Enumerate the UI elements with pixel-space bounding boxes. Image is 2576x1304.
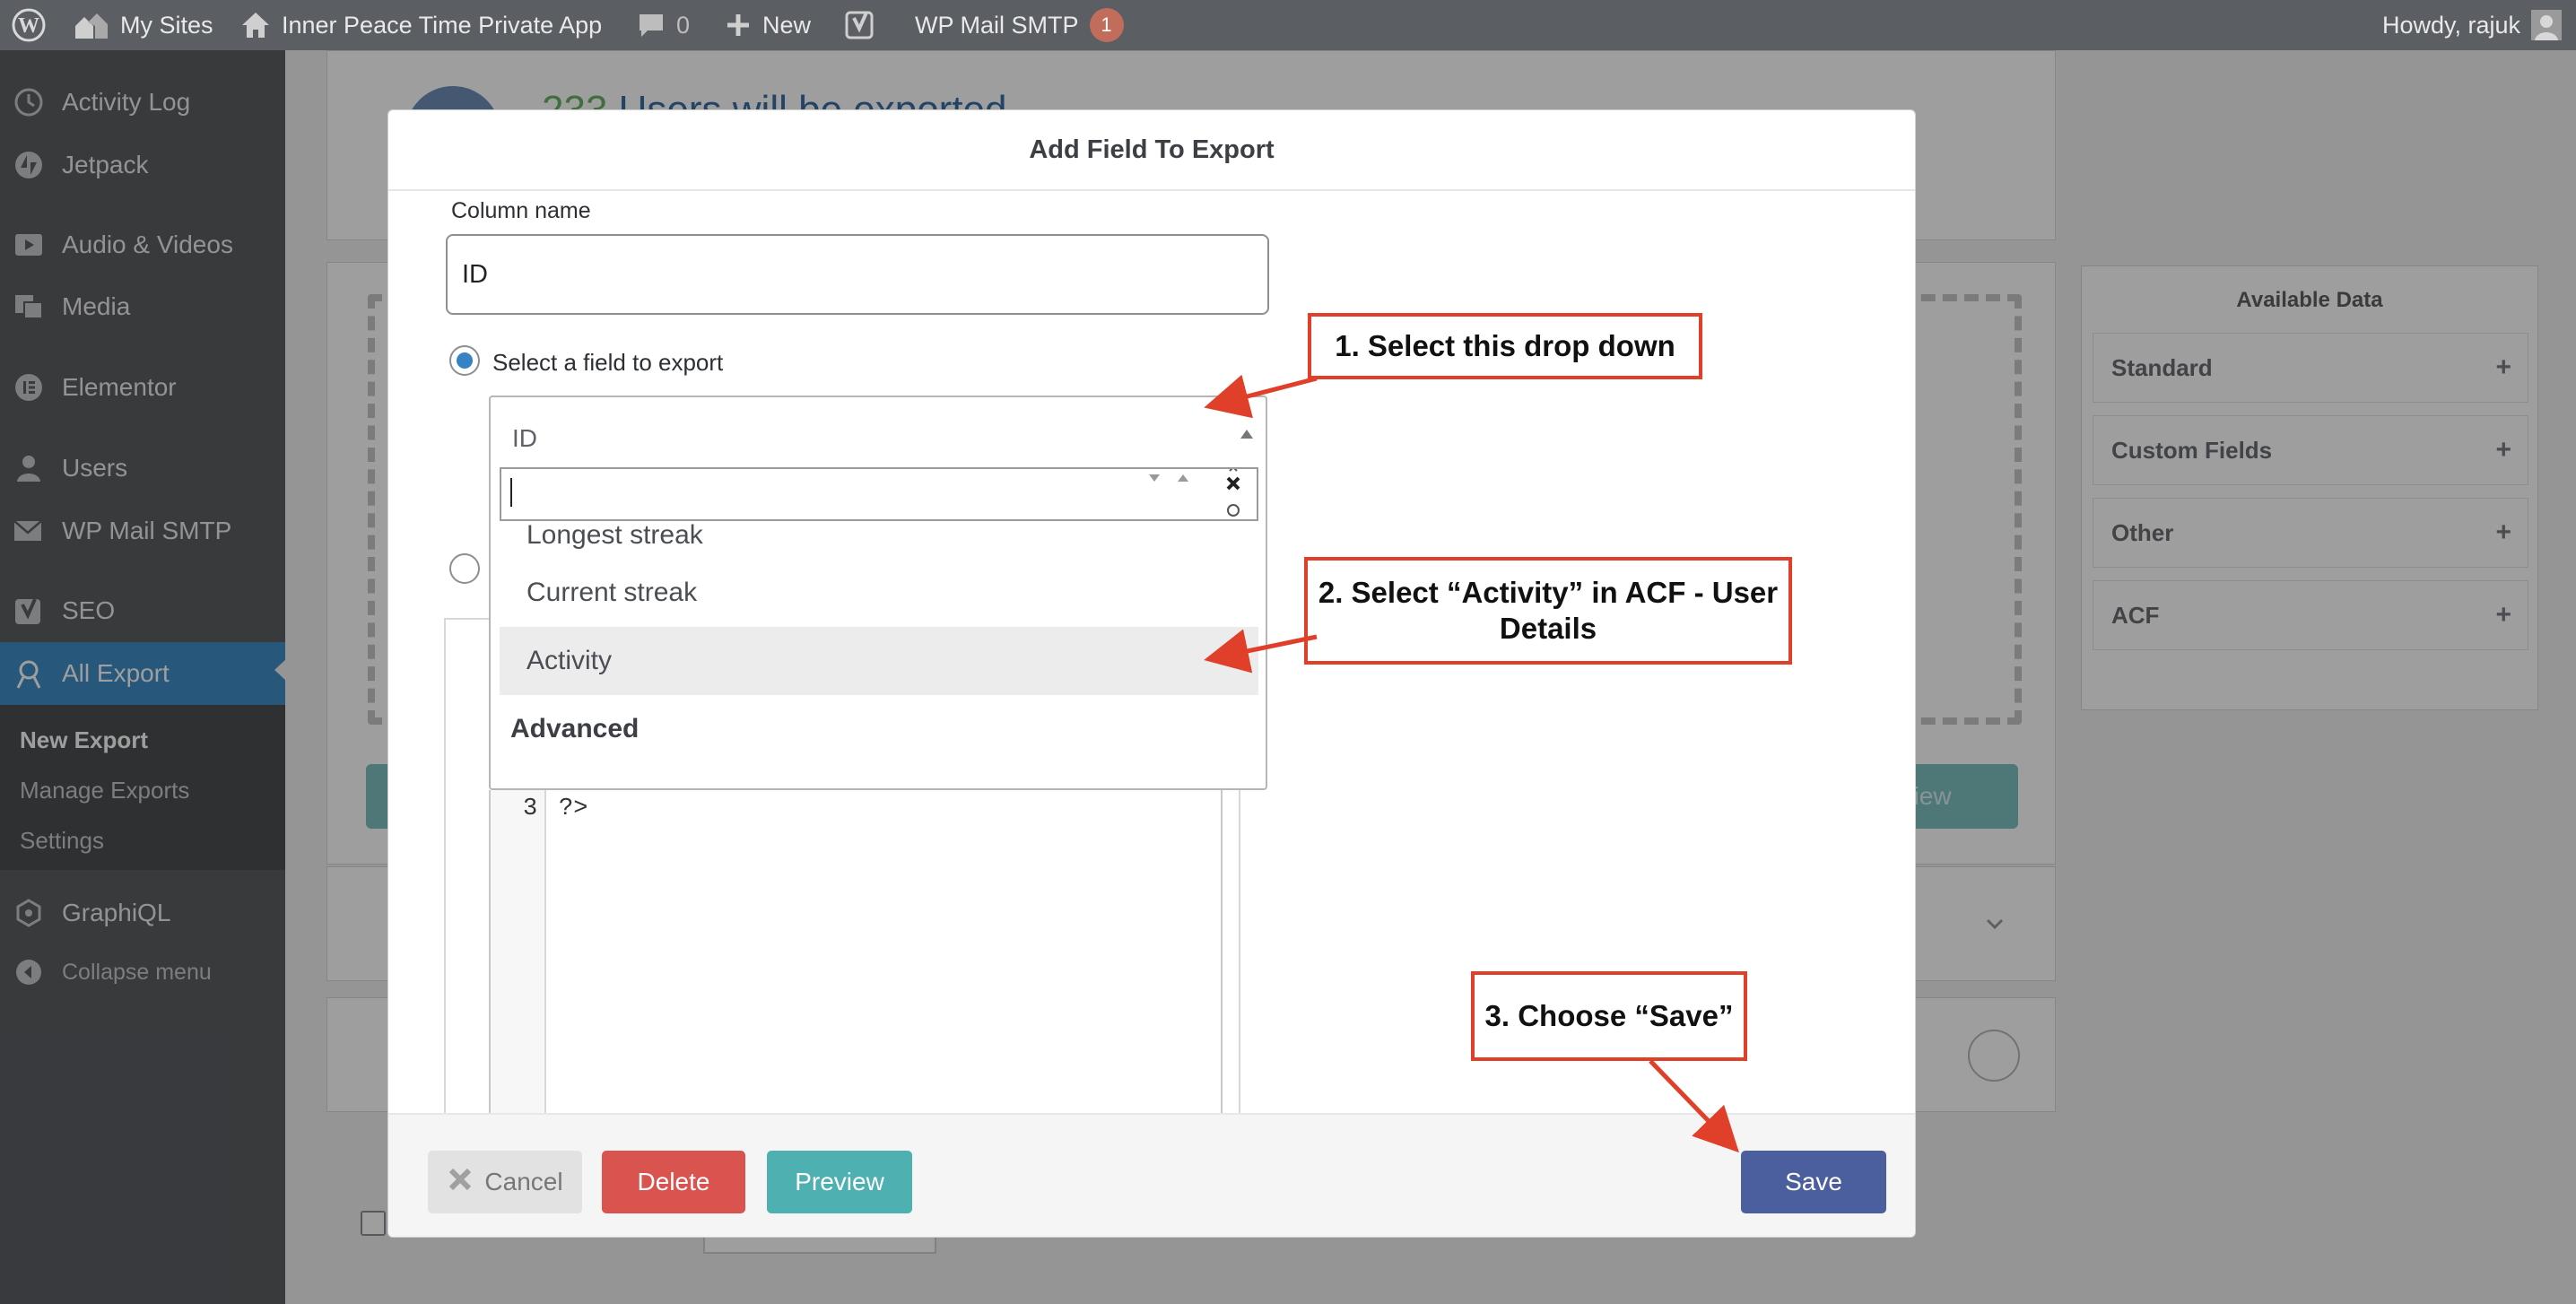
arrow-step3 (1649, 1059, 1739, 1153)
annotation-arrows (1204, 374, 1739, 1153)
arrow-step2 (1204, 629, 1318, 674)
arrow-step1 (1204, 374, 1318, 419)
